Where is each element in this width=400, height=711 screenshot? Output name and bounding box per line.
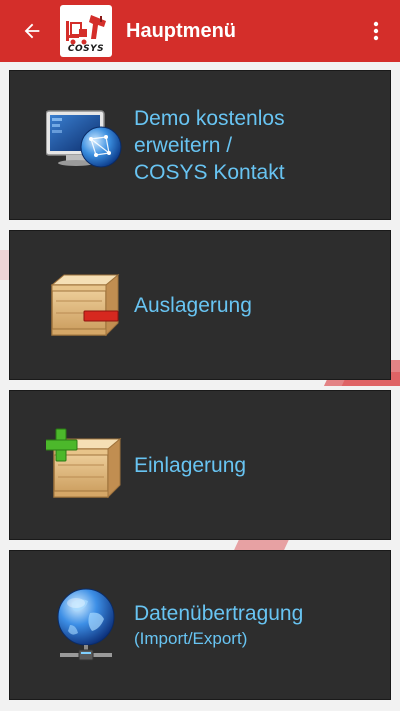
crate-plus-icon: [46, 425, 126, 505]
cosys-logo: COSYS: [60, 5, 112, 57]
globe-network-icon: [46, 585, 126, 665]
monitor-globe-icon: [46, 105, 126, 185]
menu-item-sublabel: (Import/Export): [134, 628, 248, 648]
menu-item-demo-contact[interactable]: Demo kostenlos erweitern / COSYS Kontakt: [9, 70, 391, 220]
logo-text: COSYS: [67, 44, 105, 54]
menu-item-label: Einlagerung: [134, 453, 247, 477]
menu-item-label: Auslagerung: [134, 293, 252, 317]
app-bar: COSYS Hauptmenü: [0, 0, 400, 62]
arrow-left-icon: [24, 23, 40, 39]
back-button[interactable]: [18, 17, 46, 45]
menu-item-label: Demo kostenlos erweitern / COSYS Kontakt: [134, 106, 285, 184]
menu-item-einlagerung[interactable]: Einlagerung: [9, 390, 391, 540]
crate-minus-icon: [46, 265, 126, 345]
more-vert-icon: [373, 21, 379, 41]
page-title: Hauptmenü: [126, 19, 236, 42]
menu-item-datenuebertragung[interactable]: Datenübertragung (Import/Export): [9, 550, 391, 700]
overflow-menu-button[interactable]: [364, 11, 388, 51]
menu-item-auslagerung[interactable]: Auslagerung: [9, 230, 391, 380]
menu-item-label: Datenübertragung (Import/Export): [134, 600, 303, 651]
main-menu-list: Demo kostenlos erweitern / COSYS Kontakt: [9, 70, 391, 710]
